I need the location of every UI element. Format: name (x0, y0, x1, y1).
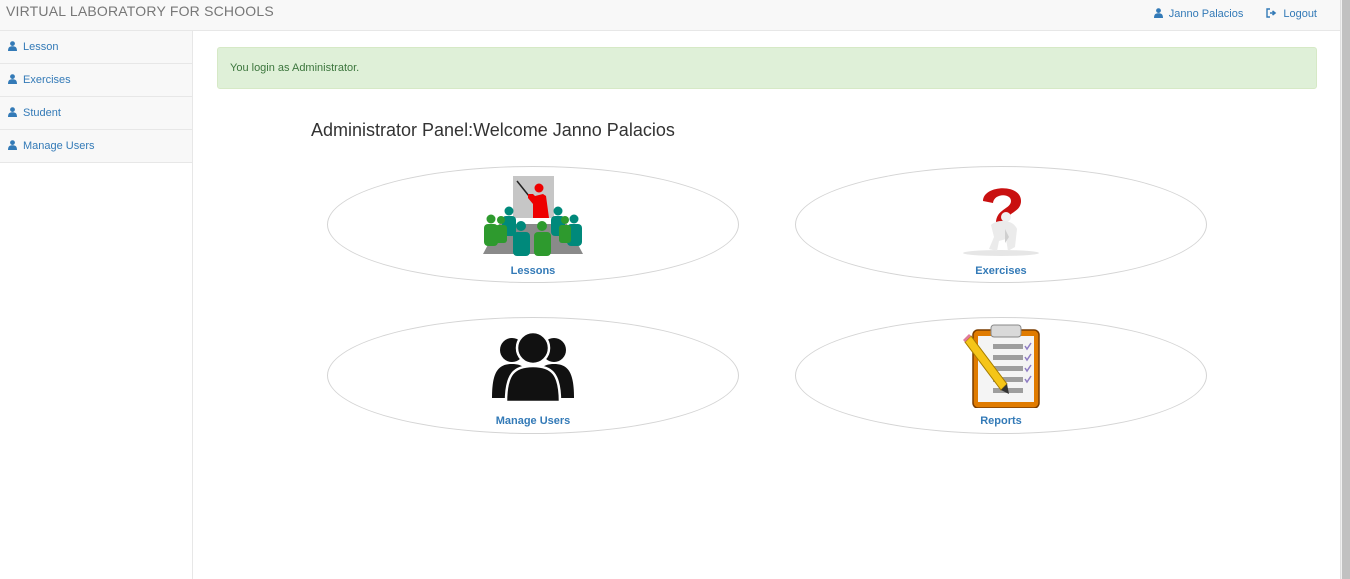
scrollbar-track (1340, 0, 1341, 579)
sidebar-item-label: Student (23, 107, 61, 119)
sidebar-item-manage-users[interactable]: Manage Users (0, 130, 192, 163)
clipboard-icon (961, 324, 1041, 413)
navbar-right: Janno Palacios Logout (1153, 4, 1340, 24)
logout-label: Logout (1283, 8, 1317, 20)
login-alert: You login as Administrator. (217, 47, 1317, 89)
manage-users-tile[interactable]: Manage Users (327, 317, 739, 434)
sidebar-item-exercises[interactable]: Exercises (0, 64, 192, 97)
exercises-label: Exercises (975, 265, 1027, 277)
app-brand[interactable]: VIRTUAL LABORATORY FOR SCHOOLS (6, 3, 274, 19)
logout-link[interactable]: Logout (1266, 4, 1317, 24)
lessons-label: Lessons (510, 265, 556, 277)
question-mark-icon (961, 177, 1041, 262)
manage-users-label: Manage Users (495, 415, 571, 427)
page-scrollbar[interactable] (1340, 0, 1350, 579)
page-title: Administrator Panel:Welcome Janno Palaci… (311, 120, 675, 140)
scrollbar-thumb[interactable] (1342, 0, 1350, 579)
sidebar: Lesson Exercises Student Manage Users (0, 31, 193, 579)
classroom-icon (483, 174, 583, 261)
user-icon (8, 40, 17, 54)
sign-out-icon (1266, 7, 1277, 21)
sidebar-item-student[interactable]: Student (0, 97, 192, 130)
user-icon (8, 139, 17, 153)
sidebar-item-lesson[interactable]: Lesson (0, 31, 192, 64)
alert-message: You login as Administrator. (230, 62, 360, 74)
user-icon (1153, 7, 1163, 21)
sidebar-item-label: Exercises (23, 74, 71, 86)
user-icon (8, 73, 17, 87)
sidebar-item-label: Manage Users (23, 140, 95, 152)
sidebar-item-label: Lesson (23, 41, 59, 53)
user-name: Janno Palacios (1168, 8, 1244, 20)
reports-label: Reports (980, 415, 1022, 427)
reports-tile[interactable]: Reports (795, 317, 1207, 434)
user-icon (8, 106, 17, 120)
top-navbar: VIRTUAL LABORATORY FOR SCHOOLS Janno Pal… (0, 0, 1340, 31)
user-menu-link[interactable]: Janno Palacios (1153, 4, 1244, 24)
lessons-tile[interactable]: Lessons (327, 166, 739, 283)
users-group-icon (492, 330, 574, 407)
exercises-tile[interactable]: Exercises (795, 166, 1207, 283)
